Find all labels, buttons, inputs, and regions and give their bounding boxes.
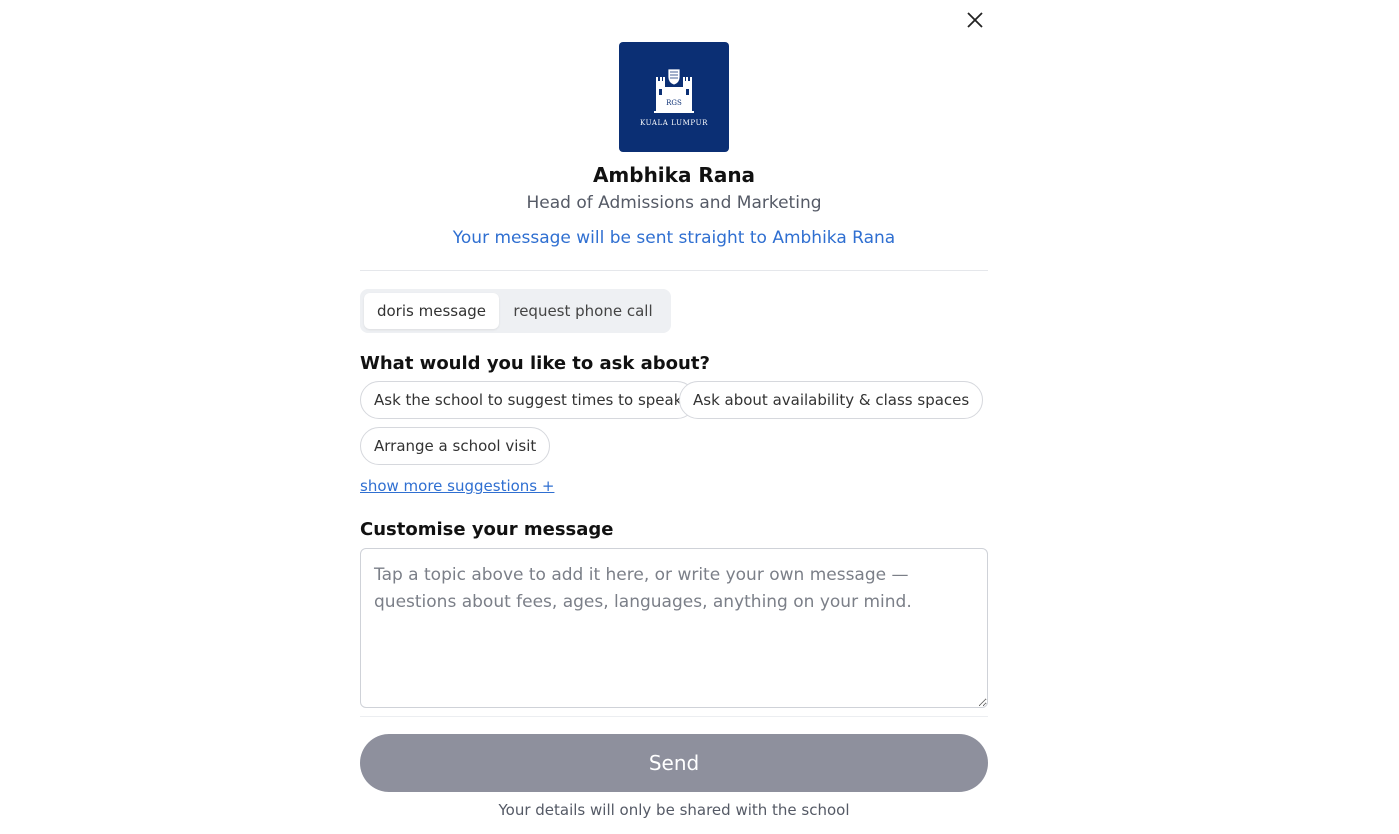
- divider: [360, 716, 988, 717]
- suggestion-chip[interactable]: Ask about availability & class spaces: [679, 381, 984, 419]
- customise-heading: Customise your message: [360, 519, 614, 540]
- school-logo: RGS KUALA LUMPUR: [619, 42, 729, 152]
- suggestions-heading: What would you like to ask about?: [360, 353, 710, 374]
- tab-request-phone-call[interactable]: request phone call: [499, 293, 667, 329]
- logo-text: KUALA LUMPUR: [640, 119, 708, 127]
- privacy-note: Your details will only be shared with th…: [498, 801, 850, 819]
- show-more-suggestions-link[interactable]: show more suggestions +: [360, 477, 554, 495]
- message-textarea[interactable]: [360, 548, 988, 708]
- send-button[interactable]: Send: [360, 734, 988, 792]
- contact-name: Ambhika Rana: [592, 163, 756, 187]
- school-crest-icon: RGS: [654, 68, 694, 113]
- tab-doris-message[interactable]: doris message: [364, 293, 499, 329]
- suggestion-chip[interactable]: Ask the school to suggest times to speak: [360, 381, 697, 419]
- recipient-note: Your message will be sent straight to Am…: [452, 228, 896, 248]
- suggestion-chip[interactable]: Arrange a school visit: [360, 427, 551, 465]
- logo-initials: RGS: [666, 99, 682, 107]
- divider: [360, 270, 988, 271]
- contact-role: Head of Admissions and Marketing: [526, 193, 822, 213]
- message-mode-toggle: doris message request phone call: [360, 289, 671, 333]
- message-panel: RGS KUALA LUMPUR Ambhika Rana Head of Ad…: [360, 0, 988, 834]
